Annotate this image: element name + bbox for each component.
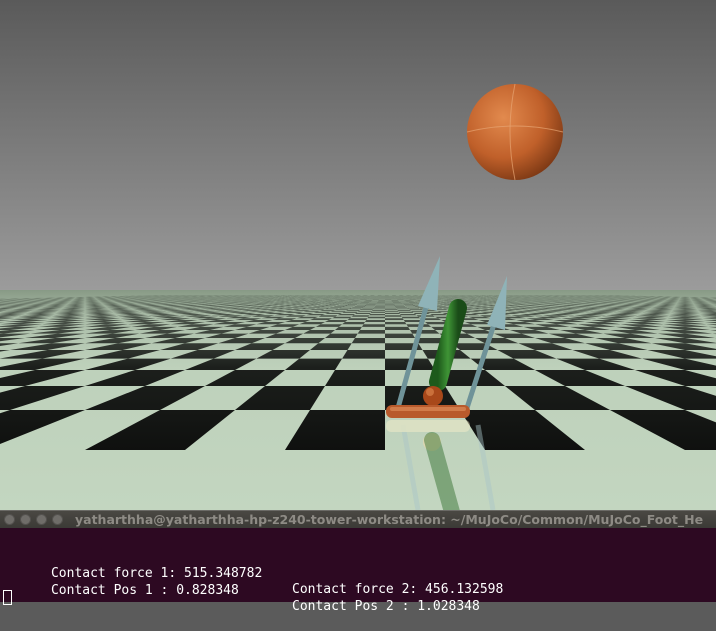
terminal-line-2: Contact Pos 1 : 0.828348 Contact Pos 2 :… [4,567,239,631]
sky-background [0,0,716,292]
terminal-cursor [3,590,12,605]
terminal-output[interactable]: Contact force 1: 515.348782 Contact forc… [0,528,716,602]
terminal-window[interactable]: yatharthha@yatharthha-hp-z240-tower-work… [0,510,716,602]
contact-force-2-text: Contact force 2: 456.132598 [292,582,503,598]
foot-plate [386,405,470,418]
maximize-window-icon[interactable] [36,514,47,525]
ankle-joint-ball [423,386,443,406]
minimize-window-icon[interactable] [20,514,31,525]
terminal-titlebar[interactable]: yatharthha@yatharthha-hp-z240-tower-work… [0,510,716,529]
mujoco-3d-viewport[interactable] [0,0,716,512]
terminal-title: yatharthha@yatharthha-hp-z240-tower-work… [75,512,703,527]
contact-pos-2-text: Contact Pos 2 : 1.028348 [292,599,480,615]
contact-pos-1-text: Contact Pos 1 : 0.828348 [51,583,239,598]
close-window-icon[interactable] [4,514,15,525]
checker-floor [0,290,716,512]
resize-window-icon[interactable] [52,514,63,525]
orange-ball [467,84,563,180]
